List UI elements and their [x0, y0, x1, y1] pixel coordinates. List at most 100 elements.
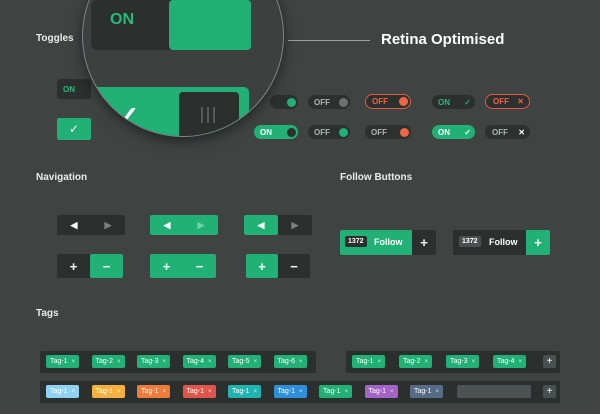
tag[interactable]: Tag-2 × [91, 355, 125, 368]
follow-button-1[interactable]: 1372 Follow + [340, 230, 436, 255]
checkbox-toggle-checked[interactable]: ✓ [57, 118, 91, 140]
tag-label: Tag-1 [368, 388, 387, 395]
arrow-left-button[interactable]: ◀ [244, 215, 278, 235]
tag[interactable]: Tag-2 × [399, 355, 433, 368]
tag[interactable]: Tag-1 × [319, 385, 353, 398]
follow-buttons-heading: Follow Buttons [340, 172, 413, 183]
tag[interactable]: Tag-1 × [364, 385, 398, 398]
cross-icon: ✕ [517, 97, 524, 106]
tag[interactable]: Tag-1 × [91, 385, 125, 398]
retina-banner: Retina Optimised [381, 31, 505, 48]
toggle-on-small[interactable]: ON [57, 79, 91, 99]
tag[interactable]: Tag-3 × [137, 355, 171, 368]
cross-icon: ✕ [518, 127, 525, 137]
plus-button[interactable]: + [150, 254, 183, 278]
tag-label: Tag-1 [95, 388, 114, 395]
tag-remove-icon[interactable]: × [117, 389, 121, 395]
tag-remove-icon[interactable]: × [425, 359, 429, 365]
arrow-group-2: ◀ ▶ [150, 215, 218, 235]
plus-button[interactable]: + [57, 254, 90, 278]
tag[interactable]: Tag-4 × [493, 355, 527, 368]
tag[interactable]: Tag-1 × [352, 355, 386, 368]
magnified-on-label: ON [110, 11, 134, 28]
tag[interactable]: Tag-1 × [46, 355, 80, 368]
add-tag-button[interactable]: + [543, 355, 556, 368]
tag[interactable]: Tag-1 × [228, 385, 262, 398]
arrow-left-button[interactable]: ◀ [150, 215, 184, 235]
tag-label: Tag-5 [232, 358, 250, 365]
tag-label: Tag-3 [141, 358, 159, 365]
tag-remove-icon[interactable]: × [208, 389, 212, 395]
tag-remove-icon[interactable]: × [254, 359, 258, 365]
follow-label: Follow [489, 237, 518, 247]
toggle-off-cross-1[interactable]: OFF ✕ [485, 94, 530, 109]
tags-heading: Tags [36, 308, 59, 319]
tag-remove-icon[interactable]: × [378, 359, 382, 365]
tag-label: Tag-1 [141, 388, 159, 395]
toggle-off-label: OFF [372, 97, 388, 106]
tag-remove-icon[interactable]: × [390, 389, 394, 395]
plus-icon: + [162, 258, 171, 274]
tag[interactable]: Tag-1 × [273, 385, 307, 398]
tag-remove-icon[interactable]: × [72, 359, 76, 365]
tag[interactable]: Tag-4 × [182, 355, 216, 368]
tag-label: Tag-1 [232, 388, 250, 395]
arrow-left-icon: ◀ [163, 219, 171, 230]
tag-input[interactable] [457, 385, 531, 398]
tag-remove-icon[interactable]: × [254, 389, 258, 395]
minus-button[interactable]: − [183, 254, 216, 278]
tag-remove-icon[interactable]: × [163, 359, 167, 365]
navigation-heading: Navigation [36, 172, 88, 183]
toggle-knob [399, 97, 408, 106]
toggle-knob [400, 127, 409, 137]
tag[interactable]: Tag-5 × [228, 355, 262, 368]
arrow-group-3: ◀ ▶ [244, 215, 312, 235]
plus-icon: + [546, 356, 553, 367]
tag-remove-icon[interactable]: × [436, 389, 440, 395]
toggle-off-pill-2[interactable]: OFF [308, 125, 350, 139]
plus-button[interactable]: + [246, 254, 278, 278]
arrow-left-button[interactable]: ◀ [57, 215, 91, 235]
tag-remove-icon[interactable]: × [345, 389, 349, 395]
minus-button[interactable]: − [278, 254, 310, 278]
magnifier-lens: ON ✓ [83, 0, 283, 136]
minus-icon: − [102, 258, 111, 274]
minus-button[interactable]: − [90, 254, 123, 278]
tag-remove-icon[interactable]: × [163, 389, 167, 395]
tag[interactable]: Tag-1 × [410, 385, 444, 398]
grip-line [207, 107, 209, 123]
toggle-off-pill-3[interactable]: OFF [365, 125, 411, 139]
arrow-right-button[interactable]: ▶ [278, 215, 312, 235]
tag-remove-icon[interactable]: × [208, 359, 212, 365]
toggle-on-check-2[interactable]: ON ✓ [432, 125, 475, 139]
follow-plus-icon: + [412, 230, 436, 255]
toggle-on-check-1[interactable]: ON ✓ [432, 95, 475, 109]
tag-remove-icon[interactable]: × [117, 359, 121, 365]
toggle-off-cross-2[interactable]: OFF ✕ [485, 125, 530, 139]
tag-remove-icon[interactable]: × [472, 359, 476, 365]
add-tag-button[interactable]: + [543, 385, 556, 398]
tag-remove-icon[interactable]: × [299, 359, 303, 365]
tag[interactable]: Tag-3 × [446, 355, 480, 368]
tag[interactable]: Tag-1 × [46, 385, 80, 398]
arrow-group-1: ◀ ▶ [57, 215, 125, 235]
check-icon: ✓ [464, 97, 471, 107]
tag-remove-icon[interactable]: × [72, 389, 76, 395]
follow-button-2[interactable]: 1372 Follow + [453, 230, 550, 255]
tag-remove-icon[interactable]: × [299, 389, 303, 395]
grip-line [213, 107, 215, 123]
arrow-right-button[interactable]: ▶ [184, 215, 218, 235]
follower-count: 1372 [345, 236, 367, 247]
toggle-off-red-1[interactable]: OFF [365, 94, 411, 109]
toggle-off-label: OFF [492, 127, 508, 137]
toggle-on-label: ON [63, 84, 75, 94]
tag[interactable]: Tag-1 × [137, 385, 171, 398]
tag[interactable]: Tag-1 × [182, 385, 216, 398]
toggle-on-label: ON [438, 127, 450, 137]
tag-remove-icon[interactable]: × [519, 359, 523, 365]
toggle-off-pill-1[interactable]: OFF [308, 95, 350, 109]
arrow-right-button[interactable]: ▶ [91, 215, 125, 235]
toggle-on-pill-1[interactable] [270, 95, 298, 109]
toggle-on-pill-2[interactable]: ON [254, 125, 298, 139]
tag[interactable]: Tag-6 × [273, 355, 307, 368]
